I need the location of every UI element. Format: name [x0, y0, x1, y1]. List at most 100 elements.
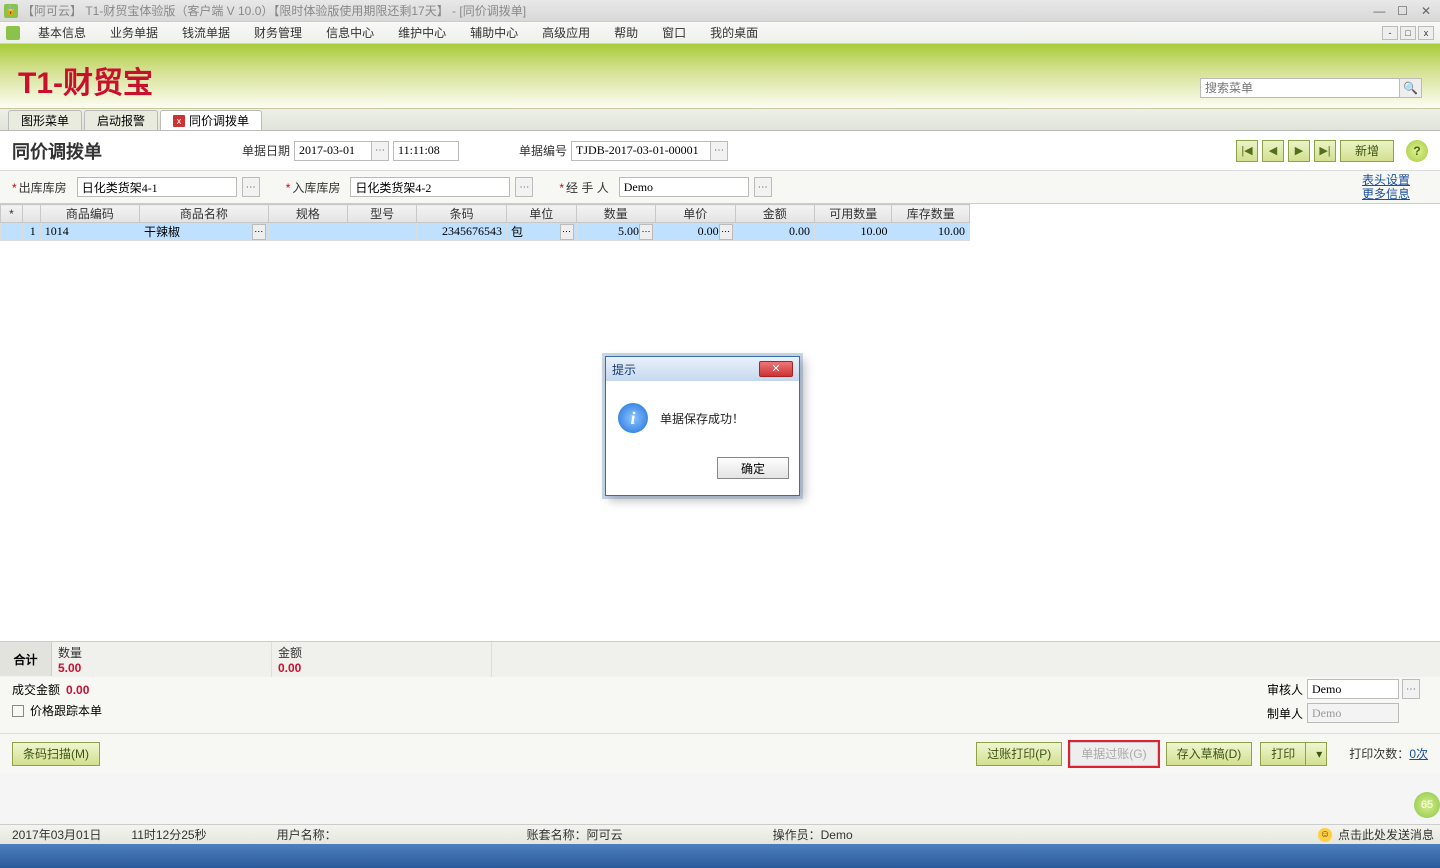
info-dialog: 提示 ✕ i 单据保存成功！ 确定: [605, 356, 800, 496]
grid-row[interactable]: 1 1014 干辣椒 2345676543 包 5.00 0.00 0.00 1…: [1, 223, 970, 241]
col-name[interactable]: 商品名称: [139, 205, 268, 223]
notification-bubble[interactable]: 65: [1414, 792, 1440, 818]
menu-item[interactable]: 财务管理: [242, 24, 314, 41]
cell-amount[interactable]: 0.00: [735, 223, 814, 241]
col-mark[interactable]: *: [1, 205, 23, 223]
cell-spec[interactable]: [268, 223, 347, 241]
print-button[interactable]: 打印: [1260, 742, 1305, 766]
out-warehouse-field[interactable]: 日化类货架4-1: [77, 177, 237, 197]
post-button[interactable]: 单据过账(G): [1070, 742, 1157, 766]
deal-amount-label: 成交金额: [12, 681, 60, 698]
dialog-close-button[interactable]: ✕: [759, 361, 793, 377]
barcode-scan-button[interactable]: 条码扫描(M): [12, 742, 100, 766]
menu-item[interactable]: 高级应用: [530, 24, 602, 41]
tab-label: 同价调拨单: [189, 112, 249, 129]
nav-prev-button[interactable]: ◀: [1262, 140, 1284, 162]
menu-item[interactable]: 信息中心: [314, 24, 386, 41]
status-oper-value: Demo: [821, 828, 853, 842]
date-picker-button[interactable]: ⋯: [371, 141, 389, 161]
cell-price[interactable]: 0.00: [656, 223, 736, 241]
docno-label: 单据编号: [519, 142, 567, 159]
menu-bar: 基本信息 业务单据 钱流单据 财务管理 信息中心 维护中心 辅助中心 高级应用 …: [0, 22, 1440, 44]
mdi-minimize-icon[interactable]: -: [1382, 26, 1398, 40]
cell-unit[interactable]: 包: [506, 223, 576, 241]
handler-field[interactable]: Demo: [619, 177, 749, 197]
cell-idx: 1: [22, 223, 40, 241]
in-warehouse-picker[interactable]: ⋯: [515, 177, 533, 197]
cell-name[interactable]: 干辣椒: [139, 223, 268, 241]
nav-first-button[interactable]: |◀: [1236, 140, 1258, 162]
cell-barcode[interactable]: 2345676543: [417, 223, 507, 241]
close-icon[interactable]: ✕: [1416, 4, 1436, 18]
cell-qty[interactable]: 5.00: [576, 223, 656, 241]
minimize-icon[interactable]: —: [1369, 4, 1389, 18]
save-draft-button[interactable]: 存入草稿(D): [1166, 742, 1253, 766]
cell-mark[interactable]: [1, 223, 23, 241]
print-dropdown-button[interactable]: ▾: [1305, 742, 1327, 766]
tab-alarm[interactable]: 启动报警: [84, 110, 158, 130]
col-idx[interactable]: [22, 205, 40, 223]
totals-bar: 合计 数量 5.00 金额 0.00: [0, 641, 1440, 677]
auditor-field[interactable]: Demo: [1307, 679, 1399, 699]
col-price[interactable]: 单价: [656, 205, 736, 223]
search-icon: 🔍: [1403, 81, 1418, 95]
price-track-checkbox[interactable]: [12, 705, 24, 717]
menu-item[interactable]: 窗口: [650, 24, 698, 41]
docno-field[interactable]: TJDB-2017-03-01-00001: [571, 141, 711, 161]
menu-item[interactable]: 业务单据: [98, 24, 170, 41]
maximize-icon[interactable]: ☐: [1393, 4, 1413, 18]
menu-item[interactable]: 帮助: [602, 24, 650, 41]
nav-last-button[interactable]: ▶|: [1314, 140, 1336, 162]
new-button[interactable]: 新增: [1340, 140, 1394, 162]
post-print-button[interactable]: 过账打印(P): [976, 742, 1062, 766]
time-field[interactable]: 11:11:08: [393, 141, 459, 161]
tab-graphic-menu[interactable]: 图形菜单: [8, 110, 82, 130]
col-stock[interactable]: 库存数量: [892, 205, 970, 223]
mdi-restore-icon[interactable]: □: [1400, 26, 1416, 40]
col-spec[interactable]: 规格: [268, 205, 347, 223]
col-avail[interactable]: 可用数量: [814, 205, 891, 223]
docno-picker-button[interactable]: ⋯: [710, 141, 728, 161]
col-unit[interactable]: 单位: [506, 205, 576, 223]
more-info-link[interactable]: 更多信息: [1362, 187, 1410, 201]
menu-item[interactable]: 钱流单据: [170, 24, 242, 41]
document-tabs: 图形菜单 启动报警 x 同价调拨单: [0, 109, 1440, 131]
dialog-titlebar[interactable]: 提示 ✕: [606, 357, 799, 381]
window-title: 【阿可云】 T1-财贸宝体验版（客户端 V 10.0）【限时体验版使用期限还剩1…: [22, 2, 526, 19]
search-button[interactable]: 🔍: [1400, 78, 1422, 98]
mdi-close-icon[interactable]: x: [1418, 26, 1434, 40]
menu-item[interactable]: 我的桌面: [698, 24, 770, 41]
app-logo: T1-财贸宝: [18, 58, 153, 102]
col-barcode[interactable]: 条码: [417, 205, 507, 223]
help-button[interactable]: ?: [1406, 140, 1428, 162]
smile-icon[interactable]: ☺: [1318, 828, 1332, 842]
send-message-link[interactable]: 点击此处发送消息: [1338, 826, 1434, 843]
col-amount[interactable]: 金额: [735, 205, 814, 223]
total-qty-label: 数量: [58, 644, 265, 661]
menu-item[interactable]: 维护中心: [386, 24, 458, 41]
in-warehouse-field[interactable]: 日化类货架4-2: [350, 177, 510, 197]
nav-next-button[interactable]: ▶: [1288, 140, 1310, 162]
cell-stock: 10.00: [892, 223, 970, 241]
out-warehouse-picker[interactable]: ⋯: [242, 177, 260, 197]
cell-model[interactable]: [347, 223, 416, 241]
print-count-value[interactable]: 0次: [1409, 747, 1428, 761]
status-time: 11时12分25秒: [125, 826, 212, 843]
dialog-ok-button[interactable]: 确定: [717, 457, 789, 479]
header-settings-link[interactable]: 表头设置: [1362, 173, 1410, 187]
date-field[interactable]: 2017-03-01: [294, 141, 372, 161]
menu-item[interactable]: 基本信息: [26, 24, 98, 41]
cell-code[interactable]: 1014: [40, 223, 139, 241]
tab-close-icon[interactable]: x: [173, 115, 185, 127]
print-count: 打印次数：0次: [1349, 745, 1428, 762]
footer-fields: 成交金额 0.00 价格跟踪本单 审核人 Demo ⋯ 制单人 Demo ⋯: [0, 677, 1440, 733]
menu-item[interactable]: 辅助中心: [458, 24, 530, 41]
dialog-title: 提示: [612, 361, 636, 378]
search-input[interactable]: [1200, 78, 1400, 98]
col-qty[interactable]: 数量: [576, 205, 656, 223]
auditor-picker[interactable]: ⋯: [1402, 679, 1420, 699]
handler-picker[interactable]: ⋯: [754, 177, 772, 197]
col-code[interactable]: 商品编码: [40, 205, 139, 223]
col-model[interactable]: 型号: [347, 205, 416, 223]
tab-transfer-doc[interactable]: x 同价调拨单: [160, 110, 262, 130]
